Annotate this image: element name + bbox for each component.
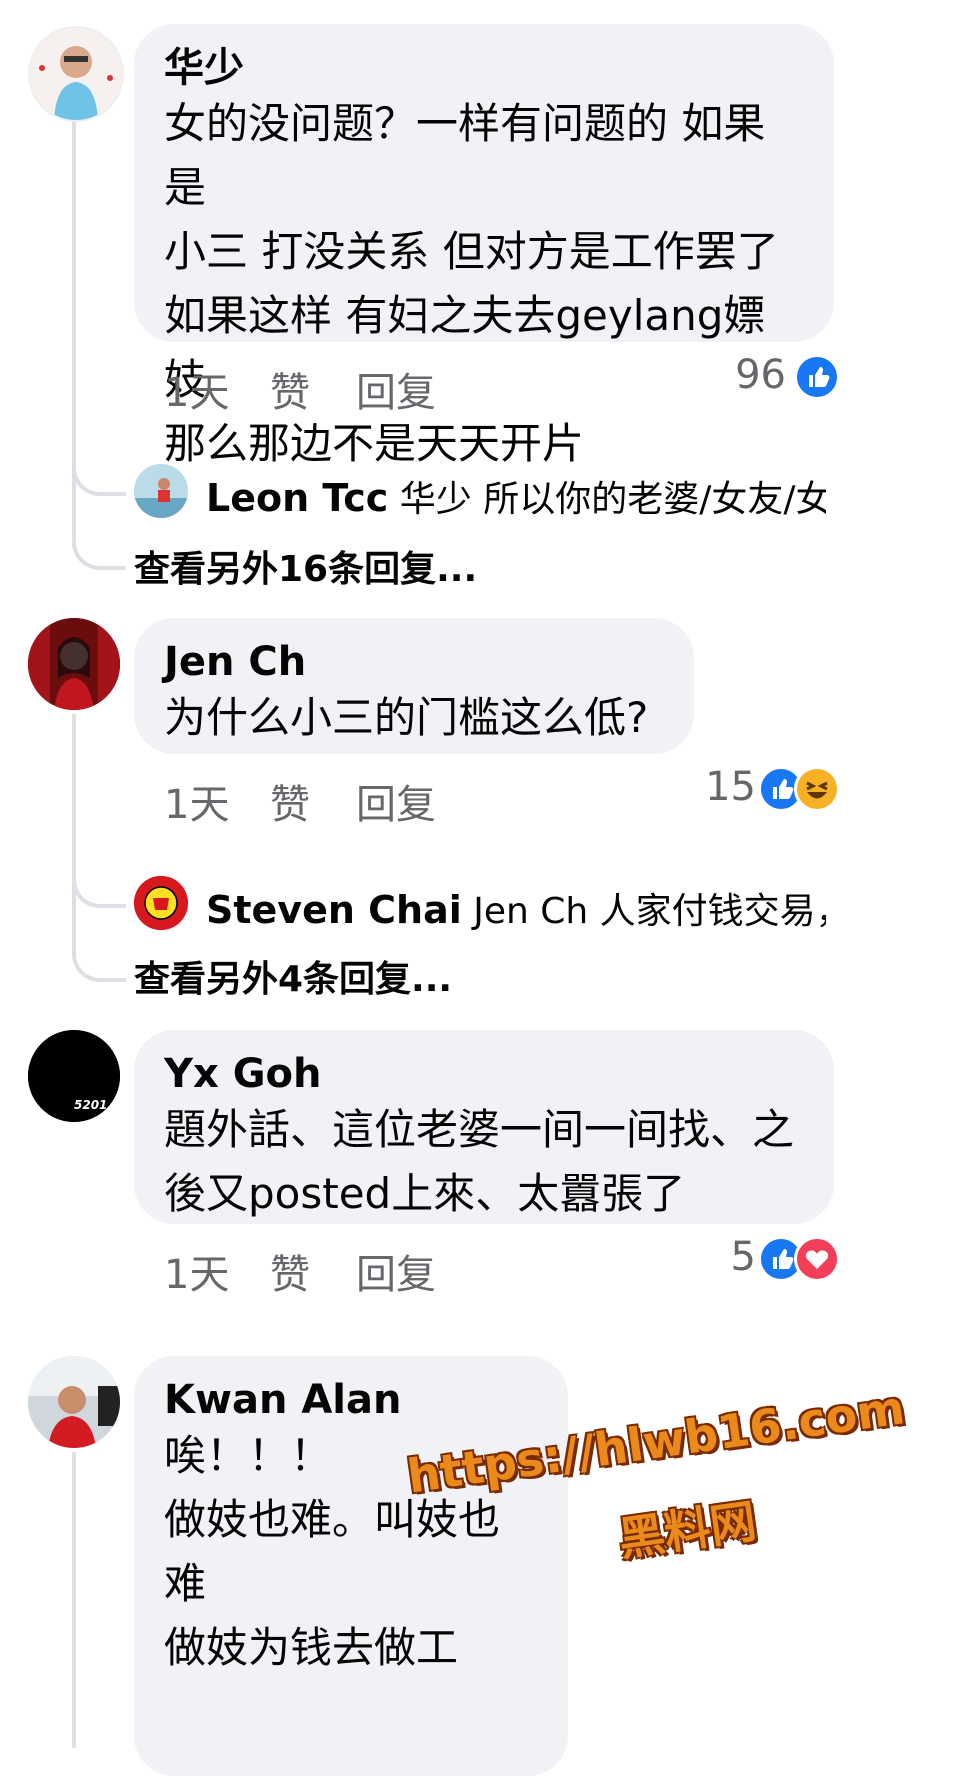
like-button[interactable]: 赞 [270, 360, 310, 418]
reply-text: Jen Ch 人家付钱交易，... [473, 891, 826, 932]
comment-text: 題外話、這位老婆一间一间找、之 後又posted上來、太囂張了 [164, 1105, 795, 1218]
like-button[interactable]: 赞 [270, 772, 310, 830]
reaction-count[interactable]: 5 [670, 1234, 756, 1280]
haha-icon [794, 766, 840, 812]
avatar[interactable] [134, 464, 188, 518]
reply-text: 华少 所以你的老婆/女友/女... [399, 479, 826, 520]
view-more-replies-link[interactable]: 查看另外4条回复... [134, 950, 452, 1002]
comment-author[interactable]: 华少 [164, 44, 804, 92]
avatar-text: 5201 [74, 1098, 108, 1112]
comment-time[interactable]: 1天 [164, 772, 229, 830]
reply-button[interactable]: 回复 [356, 772, 436, 830]
comment-bubble: Kwan Alan 唉！！！ 做妓也难。叫妓也难 做妓为钱去做工 [134, 1356, 568, 1776]
comment-bubble: Jen Ch 为什么小三的门槛这么低? [134, 618, 694, 754]
thread-elbow [72, 456, 126, 496]
comment-text: 为什么小三的门槛这么低? [164, 693, 649, 742]
comment-text: 女的没问题？一样有问题的 如果是 小三 打没关系 但对方是工作罢了 如果这样 有… [164, 99, 779, 468]
thread-line [72, 1452, 76, 1748]
reaction-count[interactable]: 96 [700, 352, 786, 398]
avatar[interactable]: 5201 [28, 1030, 120, 1122]
comment-author[interactable]: Jen Ch [164, 638, 664, 686]
reply-button[interactable]: 回复 [356, 1242, 436, 1300]
comment-bubble: Yx Goh 題外話、這位老婆一间一间找、之 後又posted上來、太囂張了 [134, 1030, 834, 1224]
avatar[interactable] [28, 1356, 120, 1448]
comment-actions: 1天 赞 回复 [164, 772, 564, 828]
comment-author[interactable]: Kwan Alan [164, 1376, 538, 1424]
reply-preview[interactable]: Leon Tcc 华少 所以你的老婆/女友/女... [206, 470, 826, 522]
thread-elbow [72, 904, 126, 982]
avatar[interactable] [28, 26, 124, 122]
thread-elbow [72, 868, 126, 908]
comment-time[interactable]: 1天 [164, 360, 229, 418]
reply-preview[interactable]: Steven Chai Jen Ch 人家付钱交易，... [206, 882, 826, 934]
comment-actions: 1天 赞 回复 [164, 360, 564, 416]
avatar[interactable] [28, 618, 120, 710]
thread-elbow [72, 492, 126, 570]
reply-author[interactable]: Steven Chai [206, 888, 462, 932]
reaction-count[interactable]: 15 [670, 764, 756, 810]
like-button[interactable]: 赞 [270, 1242, 310, 1300]
comment-time[interactable]: 1天 [164, 1242, 229, 1300]
thread-line [72, 122, 76, 494]
avatar[interactable] [134, 876, 188, 930]
reply-author[interactable]: Leon Tcc [206, 476, 388, 520]
watermark-name: 黑料网 [615, 1493, 760, 1567]
comment-bubble: 华少 女的没问题？一样有问题的 如果是 小三 打没关系 但对方是工作罢了 如果这… [134, 24, 834, 468]
view-more-replies-link[interactable]: 查看另外16条回复... [134, 540, 477, 592]
reply-button[interactable]: 回复 [356, 360, 436, 418]
like-icon [794, 354, 840, 400]
love-icon [794, 1236, 840, 1282]
comment-actions: 1天 赞 回复 [164, 1242, 564, 1298]
comment-author[interactable]: Yx Goh [164, 1050, 804, 1098]
